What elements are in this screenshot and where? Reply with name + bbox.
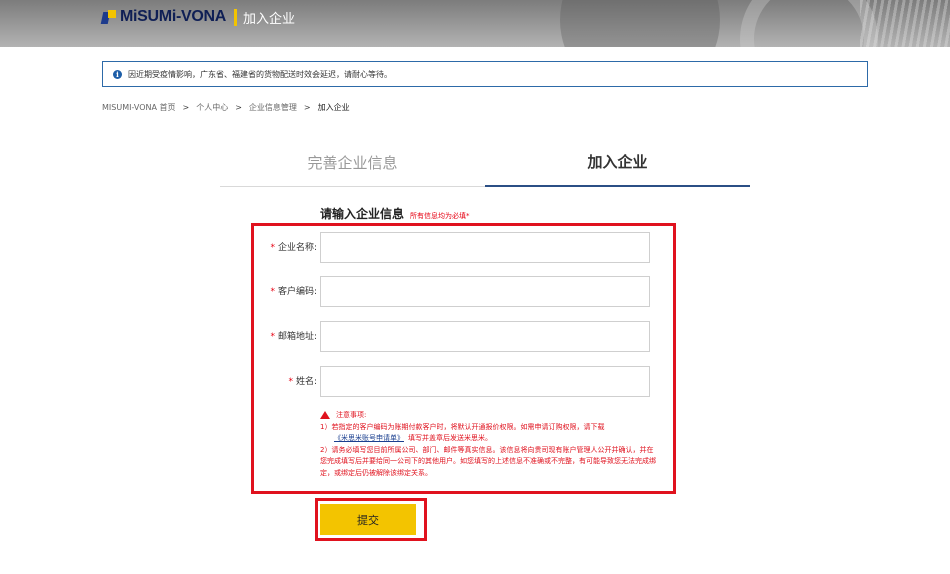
form-header: 请输入企业信息 所有信息均为必填* (320, 205, 470, 222)
name-label: * 姓名: (288, 377, 317, 387)
breadcrumb: MISUMI-VONA 首页 > 个人中心 > 企业信息管理 > 加入企业 (102, 102, 350, 113)
tab-bar: 完善企业信息 加入企业 (220, 138, 752, 187)
breadcrumb-separator: > (182, 103, 190, 112)
field-name: * 姓名: (255, 366, 655, 398)
name-input[interactable] (320, 366, 650, 397)
submit-button[interactable]: 提交 (320, 504, 416, 535)
logo-divider (234, 8, 238, 26)
breadcrumb-company-management[interactable]: 企业信息管理 (249, 102, 297, 113)
notes-line-2: 2）请务必填写您目前所属公司、部门、邮件等真实信息。该信息将向贵司现有账户管理人… (320, 445, 656, 477)
company-name-label: * 企业名称: (270, 243, 317, 253)
customer-code-label: * 客户编码: (270, 287, 317, 297)
header-stripe-decoration (860, 0, 950, 47)
notes-section: 注意事项: 1）若指定的客户编码为账期付款客户时，将默认开通报价权限。如需申请订… (320, 410, 660, 479)
logo-text: MiSUMi-VONA (120, 8, 227, 25)
notes-line-1-cont: 《米思米账号申请单》 填写并盖章后发送米思米。 (334, 434, 492, 442)
header-ring-decoration (740, 0, 878, 47)
top-header-bar: MiSUMi-VONA 加入企业 (0, 0, 950, 47)
header-page-title: 加入企业 (243, 11, 296, 27)
breadcrumb-current: 加入企业 (317, 103, 350, 112)
email-label: * 邮箱地址: (270, 332, 317, 342)
breadcrumb-user-center[interactable]: 个人中心 (196, 102, 228, 113)
customer-code-input[interactable] (320, 276, 650, 307)
required-hint: 所有信息均为必填* (410, 212, 470, 220)
header-gear-decoration (560, 0, 720, 47)
notice-text: 因近期受疫情影响，广东省、福建省的货物配送时效会延迟，请耐心等待。 (128, 69, 392, 79)
info-icon: i (113, 69, 122, 79)
field-company-name: * 企业名称: (255, 232, 655, 264)
field-customer-code: * 客户编码: (255, 276, 655, 308)
breadcrumb-separator: > (235, 103, 242, 112)
form-title: 请输入企业信息 (320, 207, 405, 221)
notes-heading: 注意事项: (320, 410, 660, 422)
tab-complete-company-info[interactable]: 完善企业信息 (220, 138, 485, 187)
company-name-input[interactable] (320, 232, 650, 263)
warning-icon (320, 410, 330, 419)
email-input[interactable] (320, 321, 650, 352)
breadcrumb-separator: > (303, 103, 311, 112)
breadcrumb-home[interactable]: MISUMI-VONA 首页 (102, 102, 176, 113)
notice-banner: i 因近期受疫情影响，广东省、福建省的货物配送时效会延迟，请耐心等待。 (102, 61, 868, 87)
notes-line-1: 1）若指定的客户编码为账期付款客户时，将默认开通报价权限。如需申请订购权限，请下… (320, 422, 605, 431)
site-logo[interactable]: MiSUMi-VONA 加入企业 (100, 8, 296, 27)
tab-join-company[interactable]: 加入企业 (485, 138, 750, 187)
misumi-logo-icon (100, 10, 116, 24)
application-form-link[interactable]: 《米思米账号申请单》 (334, 434, 404, 442)
field-email: * 邮箱地址: (255, 321, 655, 353)
